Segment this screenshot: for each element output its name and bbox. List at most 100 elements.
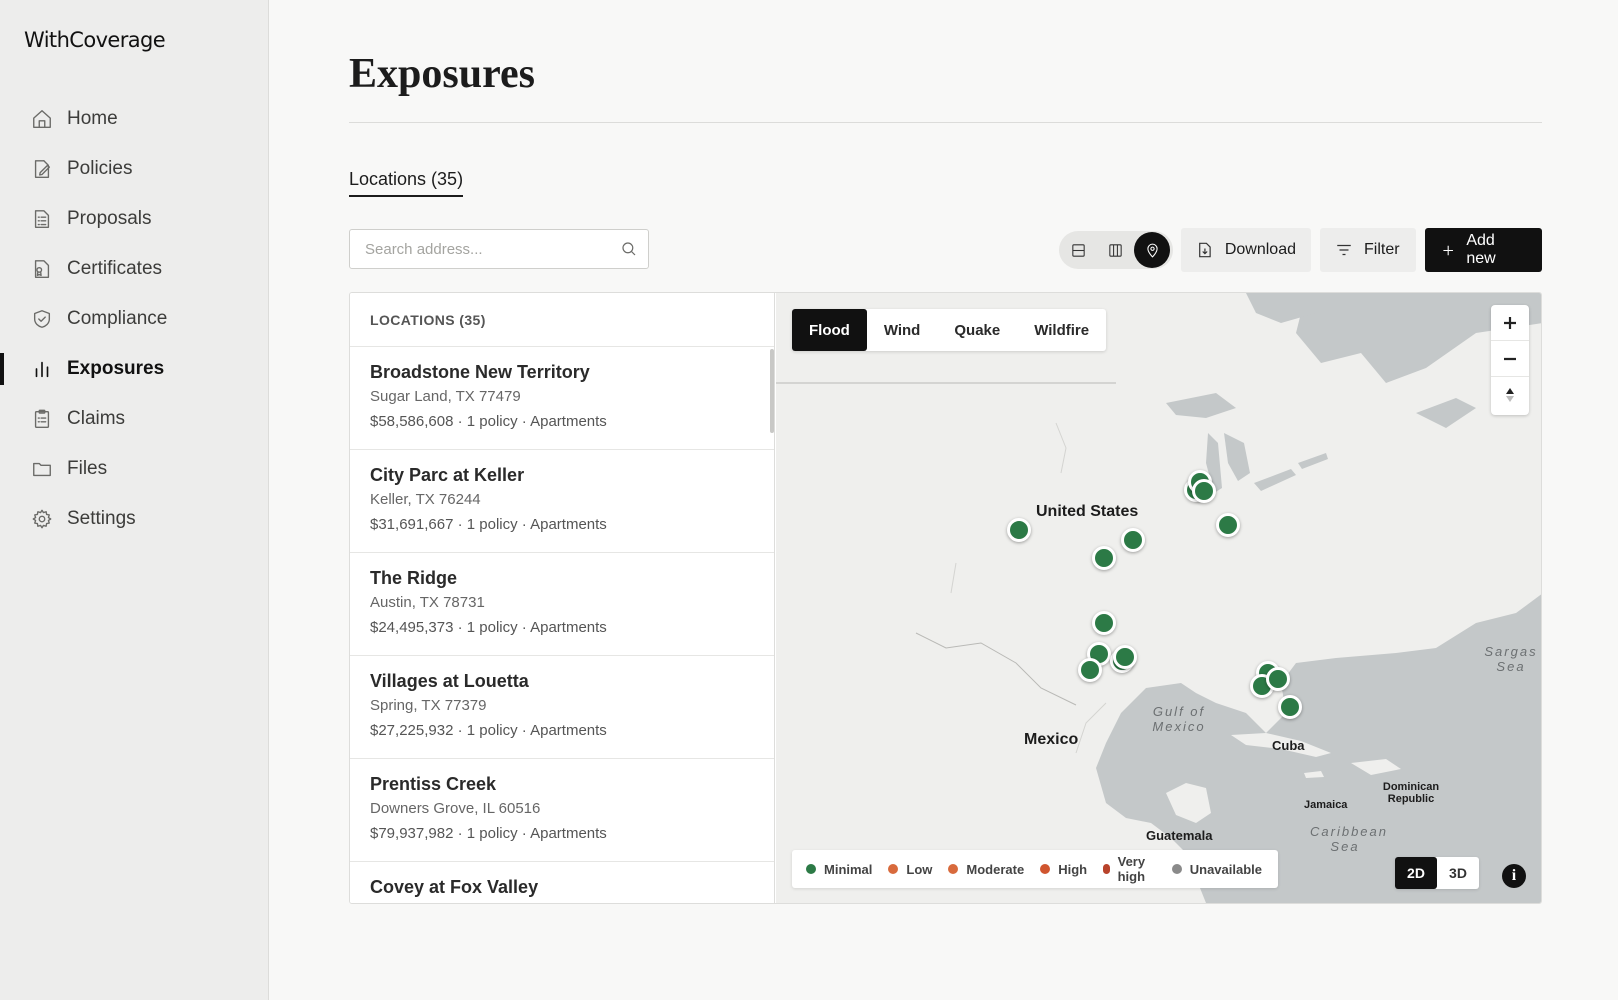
add-new-button[interactable]: Add new <box>1425 228 1542 272</box>
legend-dot <box>806 864 816 874</box>
map-view-button[interactable] <box>1134 232 1171 268</box>
legend-item-moderate: Moderate <box>948 862 1024 877</box>
hazard-tab-quake[interactable]: Quake <box>937 309 1017 351</box>
sidebar: WithCoverage Home Policies Proposals Cer… <box>0 0 269 1000</box>
locations-list-header: LOCATIONS (35) <box>350 293 774 347</box>
folder-icon <box>30 457 54 481</box>
list-scrollbar[interactable] <box>770 349 774 433</box>
filter-button[interactable]: Filter <box>1320 228 1416 272</box>
legend-dot <box>888 864 899 874</box>
legend-dot <box>948 864 959 874</box>
zoom-in-button[interactable] <box>1491 305 1529 341</box>
list-item[interactable]: Prentiss Creek Downers Grove, IL 60516 $… <box>350 759 774 862</box>
location-address: Spring, TX 77379 <box>370 697 487 714</box>
map-marker[interactable] <box>1216 513 1240 537</box>
exposure-map[interactable]: Flood Wind Quake Wildfire United States … <box>776 293 1541 903</box>
map-label-dominican: Dominican Republic <box>1382 781 1440 806</box>
map-marker[interactable] <box>1266 667 1290 691</box>
search-icon[interactable] <box>620 240 638 258</box>
gear-icon <box>30 507 54 531</box>
map-marker[interactable] <box>1092 546 1116 570</box>
zoom-out-button[interactable] <box>1491 341 1529 377</box>
sidebar-item-label: Proposals <box>67 208 152 229</box>
list-item[interactable]: City Parc at Keller Keller, TX 76244 $31… <box>350 450 774 553</box>
map-marker[interactable] <box>1092 611 1116 635</box>
legend-label: Unavailable <box>1189 861 1262 877</box>
map-label-mexico: Mexico <box>1024 731 1079 748</box>
view-mode-2d-button[interactable]: 2D <box>1395 857 1437 889</box>
app-logo[interactable]: WithCoverage <box>24 28 166 52</box>
map-view-mode-toggle: 2D 3D <box>1395 857 1479 889</box>
sidebar-item-compliance[interactable]: Compliance <box>0 294 268 344</box>
sidebar-item-settings[interactable]: Settings <box>0 494 268 544</box>
list-view-button[interactable] <box>1061 232 1097 268</box>
list-item[interactable]: Covey at Fox Valley <box>350 862 774 903</box>
hazard-tab-wildfire[interactable]: Wildfire <box>1017 309 1106 351</box>
map-marker[interactable] <box>1278 695 1302 719</box>
location-address: Sugar Land, TX 77479 <box>370 388 521 405</box>
download-button[interactable]: Download <box>1181 228 1311 272</box>
location-name: City Parc at Keller <box>370 465 525 485</box>
list-item[interactable]: Villages at Louetta Spring, TX 77379 $27… <box>350 656 774 759</box>
rows-icon <box>1072 243 1086 257</box>
map-marker[interactable] <box>1121 528 1145 552</box>
map-label-cuba: Cuba <box>1272 738 1305 753</box>
sidebar-item-policies[interactable]: Policies <box>0 144 268 194</box>
search-box <box>349 229 649 269</box>
sidebar-item-files[interactable]: Files <box>0 444 268 494</box>
certificate-icon <box>30 257 54 281</box>
search-input[interactable] <box>350 230 590 268</box>
hazard-tabs: Flood Wind Quake Wildfire <box>792 309 1107 351</box>
map-zoom-controls <box>1491 305 1529 415</box>
legend-dot <box>1103 864 1110 874</box>
sidebar-item-certificates[interactable]: Certificates <box>0 244 268 294</box>
view-toggle <box>1059 231 1173 269</box>
map-marker[interactable] <box>1113 645 1137 669</box>
plus-icon <box>1504 316 1516 329</box>
map-marker[interactable] <box>1192 479 1216 503</box>
sidebar-item-home[interactable]: Home <box>0 94 268 144</box>
tab-locations[interactable]: Locations (35) <box>349 169 464 197</box>
list-item[interactable]: Broadstone New Territory Sugar Land, TX … <box>350 347 774 450</box>
legend-label: Low <box>906 861 933 877</box>
legend-item-unavailable: Unavailable <box>1171 861 1262 877</box>
sidebar-item-label: Files <box>67 458 108 479</box>
map-label-gulf: Gulf of Mexico <box>1152 704 1206 734</box>
sidebar-item-label: Claims <box>67 408 126 429</box>
columns-icon <box>1109 243 1122 257</box>
sidebar-item-exposures[interactable]: Exposures <box>0 344 268 394</box>
map-pin-icon <box>1147 243 1158 258</box>
reset-north-button[interactable] <box>1491 377 1529 413</box>
location-address: Austin, TX 78731 <box>370 594 485 611</box>
grid-view-button[interactable] <box>1098 232 1134 268</box>
location-name: Villages at Louetta <box>370 671 529 691</box>
legend-label: High <box>1058 861 1088 877</box>
legend-dot <box>1040 864 1051 874</box>
sidebar-nav: Home Policies Proposals Certificates Com… <box>0 94 268 544</box>
page-title: Exposures <box>349 51 535 97</box>
map-label-sargasso: Sargas Sea <box>1484 644 1538 674</box>
sidebar-item-proposals[interactable]: Proposals <box>0 194 268 244</box>
list-item[interactable]: The Ridge Austin, TX 78731 $24,495,373 ·… <box>350 553 774 656</box>
minus-icon <box>1504 357 1516 360</box>
add-new-label: Add new <box>1466 232 1496 267</box>
home-icon <box>30 107 54 131</box>
legend-dot <box>1171 864 1182 874</box>
filter-icon <box>1337 244 1351 256</box>
map-marker[interactable] <box>1078 658 1102 682</box>
legend-label: Moderate <box>966 861 1025 877</box>
sidebar-item-label: Certificates <box>67 258 163 279</box>
sidebar-item-label: Exposures <box>67 358 165 379</box>
hazard-tab-flood[interactable]: Flood <box>792 309 867 351</box>
legend-label: Minimal <box>824 861 873 877</box>
sidebar-item-claims[interactable]: Claims <box>0 394 268 444</box>
location-name: Prentiss Creek <box>370 774 497 794</box>
info-icon[interactable]: i <box>1502 864 1526 888</box>
location-address: Downers Grove, IL 60516 <box>370 800 541 817</box>
view-mode-3d-button[interactable]: 3D <box>1437 857 1479 889</box>
map-marker[interactable] <box>1007 518 1031 542</box>
hazard-tab-wind[interactable]: Wind <box>867 309 938 351</box>
location-meta: $24,495,373 · 1 policy · Apartments <box>370 619 607 636</box>
clipboard-icon <box>30 407 54 431</box>
legend-item-high: High <box>1040 862 1087 877</box>
